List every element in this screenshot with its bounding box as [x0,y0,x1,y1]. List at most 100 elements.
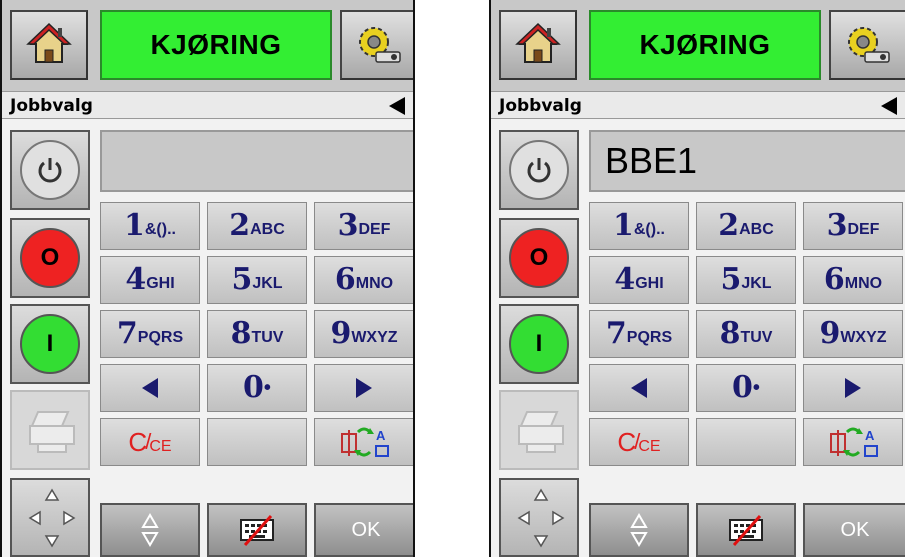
key-digit: 0 [243,370,264,405]
power-icon [509,140,569,200]
keyboard-toggle-button[interactable] [696,503,796,557]
key-5[interactable]: 5 JKL [207,256,307,304]
left-arrow-icon [631,378,647,398]
key-letters: JKL [741,275,772,292]
clear-key[interactable]: C / CE [589,418,689,466]
start-label: I [20,314,80,374]
back-arrow-icon[interactable] [389,97,405,115]
key-letters: • [263,377,271,399]
key-1[interactable]: 1 &().. [100,202,200,250]
clear-key[interactable]: C / CE [100,418,200,466]
navigate-arrows-icon [28,488,76,548]
key-digit: 5 [231,262,253,297]
keyboard-disabled-icon [729,514,763,547]
blank-key [696,418,796,466]
key-digit: 5 [720,262,742,297]
power-button[interactable] [499,130,579,210]
key-3[interactable]: 3 DEF [803,202,903,250]
stop-button[interactable]: O [10,218,90,298]
charset-switch-key[interactable]: A [803,418,903,466]
blank-key [207,418,307,466]
key-5[interactable]: 5 JKL [696,256,796,304]
key-letters: ABC [739,221,774,238]
job-name-input[interactable]: BBE1 [589,130,905,192]
key-digit: 1 [613,208,634,243]
key-letters: DEF [358,221,391,238]
left-arrow-icon [142,378,158,398]
printer-panel-1: KJØRING Jobbvalg O I 1 &().. 2 ABC 3 DEF… [0,0,415,557]
home-button[interactable] [10,10,88,80]
key-6[interactable]: 6 MNO [314,256,413,304]
ok-button[interactable]: OK [803,503,905,557]
cursor-left-key[interactable] [100,364,200,412]
status-indicator[interactable]: KJØRING [100,10,332,80]
key-letters: MNO [355,275,394,292]
key-0[interactable]: 0 • [207,364,307,412]
key-letters: ABC [250,221,285,238]
right-arrow-icon [845,378,861,398]
key-7[interactable]: 7 PQRS [100,310,200,358]
key-9[interactable]: 9 WXYZ [803,310,903,358]
key-letters: &().. [144,221,176,238]
key-2[interactable]: 2 ABC [696,202,796,250]
settings-button[interactable] [340,10,413,80]
start-button[interactable]: I [499,304,579,384]
key-1[interactable]: 1 &().. [589,202,689,250]
status-indicator[interactable]: KJØRING [589,10,821,80]
print-button[interactable] [499,390,579,470]
key-digit: 4 [125,262,147,297]
print-button[interactable] [10,390,90,470]
key-letters: MNO [844,275,883,292]
menu-title: Jobbvalg [10,96,93,116]
scroll-up-down-button[interactable] [100,503,200,557]
home-button[interactable] [499,10,577,80]
ok-button[interactable]: OK [314,503,413,557]
key-digit: 7 [605,316,627,351]
key-digit: 9 [819,316,841,351]
charset-switch-key[interactable]: A [314,418,413,466]
key-letters: DEF [847,221,880,238]
navigate-button[interactable] [499,478,579,557]
key-7[interactable]: 7 PQRS [589,310,689,358]
key-0[interactable]: 0 • [696,364,796,412]
home-icon [26,22,72,63]
stop-label: O [509,228,569,288]
cursor-right-key[interactable] [314,364,413,412]
key-9[interactable]: 9 WXYZ [314,310,413,358]
stop-button[interactable]: O [499,218,579,298]
cursor-left-key[interactable] [589,364,689,412]
cursor-right-key[interactable] [803,364,903,412]
key-letters: WXYZ [351,329,398,346]
scroll-up-down-button[interactable] [589,503,689,557]
key-6[interactable]: 6 MNO [803,256,903,304]
key-digit: 6 [334,262,356,297]
settings-gear-icon [848,27,890,63]
start-button[interactable]: I [10,304,90,384]
key-8[interactable]: 8 TUV [207,310,307,358]
key-3[interactable]: 3 DEF [314,202,413,250]
key-4[interactable]: 4 GHI [589,256,689,304]
power-button[interactable] [10,130,90,210]
keyboard-toggle-button[interactable] [207,503,307,557]
menu-title: Jobbvalg [499,96,582,116]
start-label: I [509,314,569,374]
key-digit: 4 [614,262,636,297]
navigate-button[interactable] [10,478,90,557]
print-icon [518,411,564,453]
settings-button[interactable] [829,10,905,80]
key-8[interactable]: 8 TUV [696,310,796,358]
key-4[interactable]: 4 GHI [100,256,200,304]
back-arrow-icon[interactable] [881,97,897,115]
keyboard-disabled-icon [240,514,274,547]
right-arrow-icon [356,378,372,398]
key-letters: GHI [146,275,175,292]
menu-title-bar: Jobbvalg [491,91,905,119]
key-digit: 8 [719,316,741,351]
job-name-input[interactable] [100,130,413,192]
key-2[interactable]: 2 ABC [207,202,307,250]
key-letters: TUV [740,329,773,346]
key-digit: 6 [823,262,845,297]
key-letters: GHI [635,275,664,292]
svg-text:A: A [376,428,386,443]
home-icon [515,22,561,63]
